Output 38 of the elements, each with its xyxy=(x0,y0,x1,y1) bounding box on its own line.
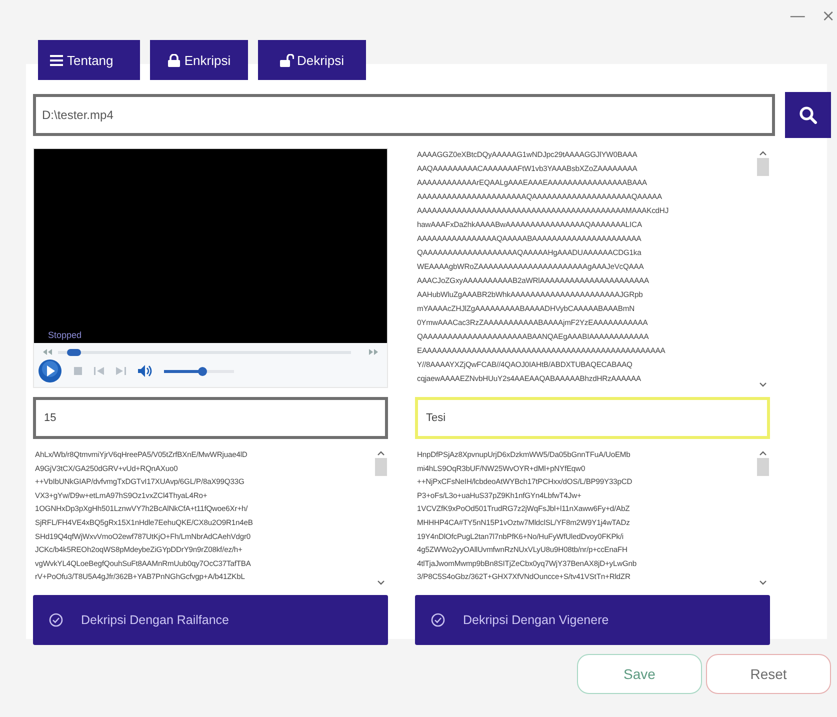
scroll-up-icon xyxy=(759,450,767,456)
reset-button[interactable]: Reset xyxy=(706,654,831,694)
volume-thumb[interactable] xyxy=(198,366,206,376)
rewind-icon xyxy=(42,349,52,355)
search-button[interactable] xyxy=(785,92,831,138)
seek-thumb[interactable] xyxy=(66,348,81,356)
scroll-down-icon xyxy=(759,580,767,586)
key-field[interactable]: 15 xyxy=(33,397,388,439)
playback-status: Stopped xyxy=(48,330,82,340)
close-button[interactable]: × xyxy=(822,8,835,24)
volume-button[interactable] xyxy=(138,365,152,377)
file-path-field[interactable]: D:\tester.mp4 xyxy=(33,94,775,136)
menu-icon xyxy=(50,54,64,66)
decrypt-button[interactable]: Dekripsi Dengan Vigenere xyxy=(415,595,770,645)
fast-forward-icon xyxy=(369,349,379,355)
scroll-thumb[interactable] xyxy=(757,458,769,476)
tab[interactable]: Dekripsi xyxy=(258,40,366,80)
minimize-button[interactable]: — xyxy=(790,8,806,24)
key-field[interactable]: Tesi xyxy=(415,397,770,439)
play-button[interactable] xyxy=(38,359,62,383)
scroll-up-icon xyxy=(377,450,385,456)
next-button[interactable] xyxy=(116,367,126,375)
lock-icon xyxy=(167,54,182,66)
scroll-thumb[interactable] xyxy=(757,158,769,176)
tab[interactable]: Enkripsi xyxy=(150,40,248,80)
search-icon xyxy=(799,106,817,124)
previous-button[interactable] xyxy=(94,367,104,375)
decrypt-button[interactable]: Dekripsi Dengan Railfance xyxy=(33,595,388,645)
check-circle-icon xyxy=(49,613,63,627)
stop-button[interactable] xyxy=(74,367,82,375)
unlocked-padlock-icon xyxy=(280,54,294,66)
scroll-thumb[interactable] xyxy=(375,458,387,476)
scroll-down-icon xyxy=(377,580,385,586)
scroll-up-icon xyxy=(759,150,767,156)
tab[interactable]: Tentang xyxy=(38,40,140,80)
check-circle-icon xyxy=(431,613,445,627)
volume-slider[interactable] xyxy=(164,370,234,372)
scroll-down-icon xyxy=(759,382,767,388)
